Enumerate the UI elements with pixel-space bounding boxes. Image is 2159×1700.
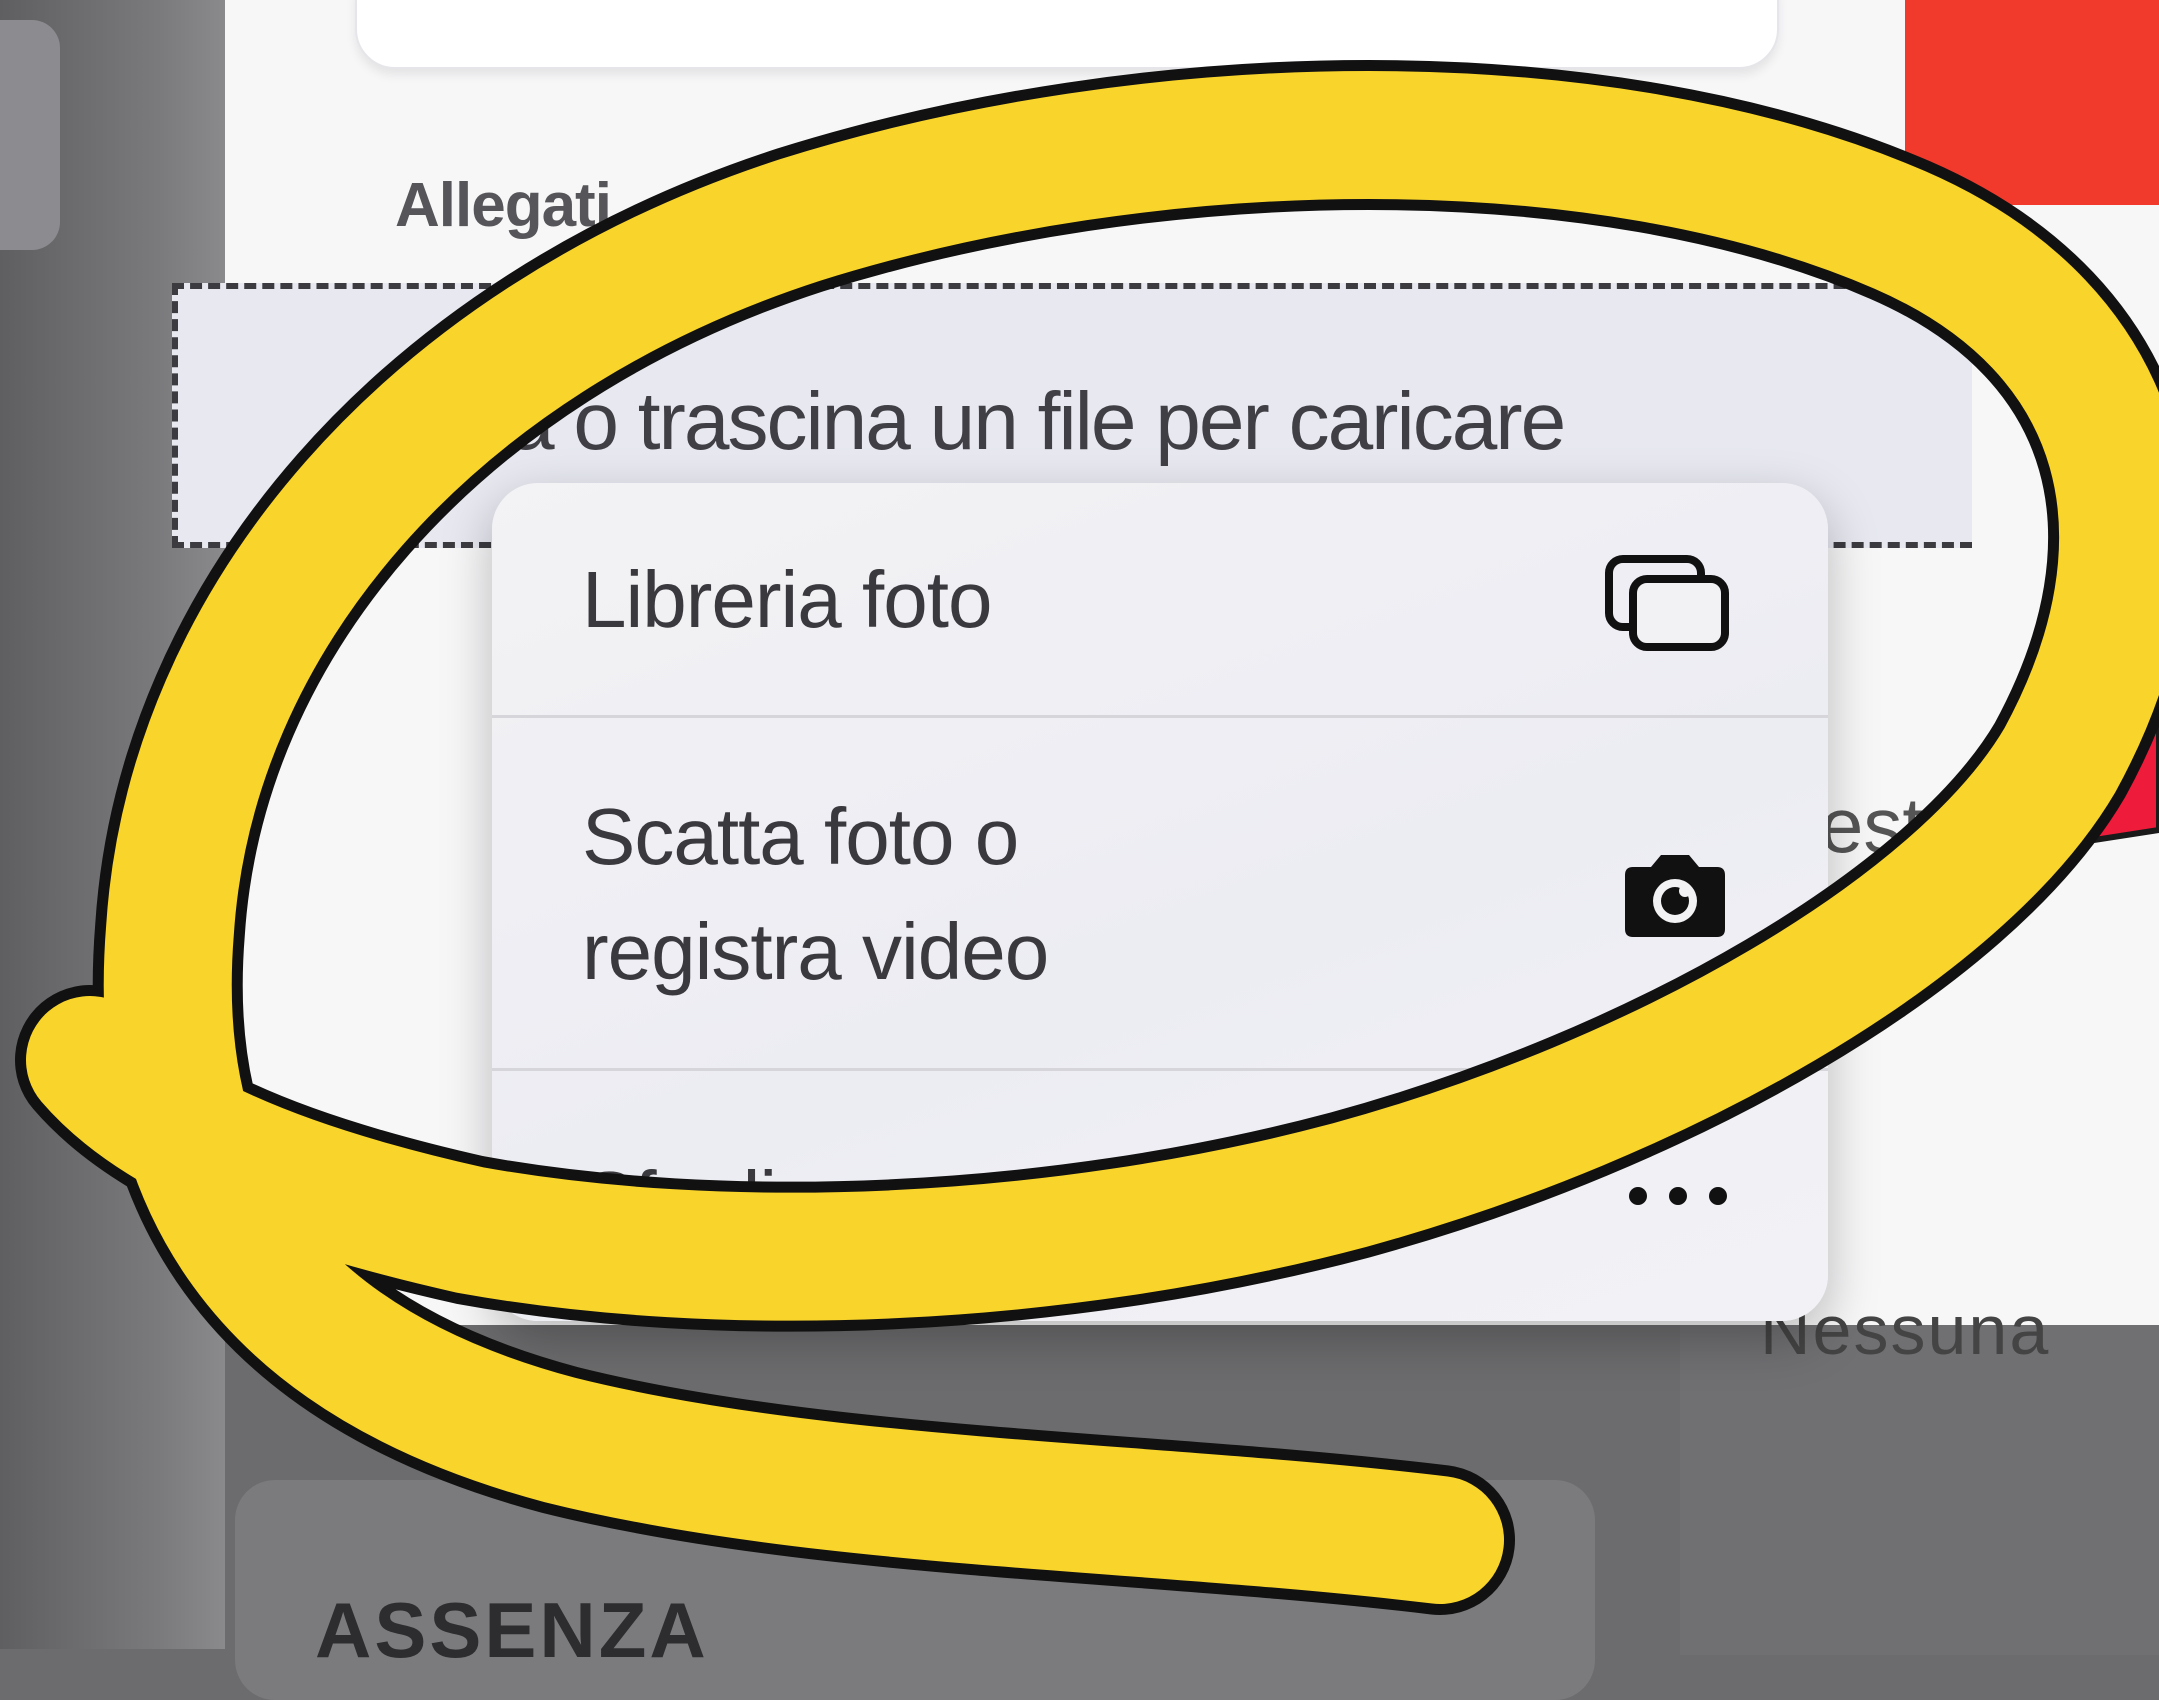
partial-label-right: est (1820, 781, 1925, 869)
background-panel-right (1680, 1325, 2159, 1655)
menu-item-browse[interactable]: Sfoglia (492, 1071, 1828, 1321)
section-title-absence: ASSENZA (315, 1586, 709, 1674)
photo-library-icon (1603, 553, 1733, 658)
attachment-source-menu: Libreria foto Scatta foto o registra vid… (492, 483, 1828, 1321)
text-input-field[interactable] (355, 0, 1779, 69)
camera-icon (1617, 853, 1733, 944)
sidebar-item-pill (0, 20, 60, 250)
menu-item-label: Sfoglia (582, 1155, 821, 1244)
dropzone-instruction: ca o trascina un file per caricare (470, 376, 1566, 467)
menu-item-label-line1: Scatta foto o (582, 792, 1019, 881)
more-icon (1623, 1181, 1733, 1216)
menu-item-label: Libreria foto (582, 555, 992, 644)
menu-item-label-line2: registra video (582, 907, 1049, 996)
attachments-label: Allegati (395, 171, 612, 240)
menu-item-take-photo-video[interactable]: Scatta foto o registra video (492, 718, 1828, 1071)
red-header-block (1905, 0, 2159, 205)
menu-item-photo-library[interactable]: Libreria foto (492, 483, 1828, 718)
